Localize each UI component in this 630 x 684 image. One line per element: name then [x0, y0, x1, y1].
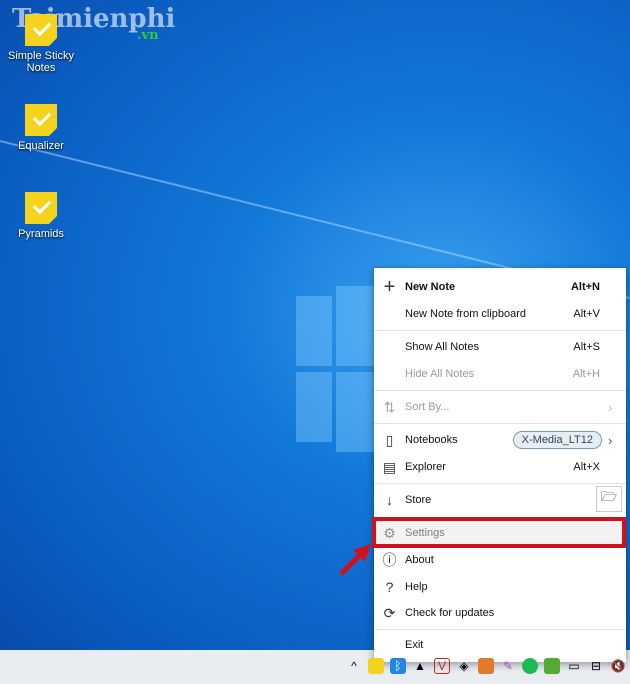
menu-item-new-note[interactable]: + New Note Alt+N — [374, 274, 626, 300]
bluetooth-icon[interactable]: ᛒ — [390, 658, 406, 674]
label: Show All Notes — [405, 341, 479, 353]
system-tray: ^ ᛒ ▲ V ◈ ✎ ▭ ⊟ 🔇 — [346, 658, 626, 674]
open-folder-button[interactable]: 🗁 — [596, 486, 622, 512]
pen-icon[interactable]: ✎ — [500, 658, 516, 674]
shortcut: Alt+V — [573, 308, 600, 320]
desktop-icon-pyramids[interactable]: Pyramids — [0, 192, 86, 240]
separator — [374, 423, 626, 424]
folder-icon: 🗁 — [600, 489, 618, 504]
info-icon: ⓘ — [382, 552, 397, 568]
label: Help — [405, 581, 428, 593]
sticky-notes-tray-icon[interactable] — [368, 658, 384, 674]
label: New Note from clipboard — [405, 308, 527, 320]
sticky-note-icon — [25, 192, 57, 224]
chevron-up-icon[interactable]: ^ — [346, 658, 362, 674]
separator — [374, 390, 626, 391]
vivaldi-icon[interactable]: V — [434, 658, 450, 674]
sticky-note-icon — [25, 14, 57, 46]
label: Explorer — [405, 461, 446, 473]
label: Hide All Notes — [405, 368, 475, 380]
red-arrow-annotation — [339, 544, 371, 576]
desktop-icon-equalizer[interactable]: Equalizer — [0, 104, 86, 152]
shortcut: Alt+N — [570, 281, 600, 293]
chevron-right-icon: › — [608, 432, 613, 448]
network-icon[interactable]: ▭ — [566, 658, 582, 674]
question-icon: ? — [385, 579, 394, 595]
icon-label: Pyramids — [18, 228, 64, 240]
label: Exit — [405, 639, 424, 651]
menu-item-show-all[interactable]: Show All Notes Alt+S — [374, 334, 626, 360]
separator — [374, 330, 626, 331]
app-icon[interactable] — [478, 658, 494, 674]
shortcut: Alt+X — [573, 461, 600, 473]
menu-item-check-updates[interactable]: ⟳ Check for updates — [374, 600, 626, 626]
sticky-note-icon — [25, 104, 57, 136]
label: New Note — [405, 281, 456, 293]
context-menu: + New Note Alt+N New Note from clipboard Al… — [374, 268, 626, 662]
label: Notebooks — [405, 434, 458, 446]
notebook-icon: ▯ — [385, 431, 394, 448]
label: Store — [405, 494, 432, 506]
settings-highlight-box — [372, 517, 626, 548]
menu-item-sort-by: ⇅ Sort By... › — [374, 394, 626, 420]
explorer-icon: ▤ — [382, 458, 397, 475]
shield-icon[interactable]: ◈ — [456, 658, 472, 674]
label: Check for updates — [405, 607, 495, 619]
plus-icon: + — [383, 275, 396, 298]
menu-item-help[interactable]: ? Help — [374, 574, 626, 600]
spotify-icon[interactable] — [522, 658, 538, 674]
sort-icon: ⇅ — [383, 398, 396, 415]
menu-item-new-from-clipboard[interactable]: New Note from clipboard Alt+V — [374, 301, 626, 327]
chevron-right-icon: › — [608, 399, 613, 415]
shortcut: Alt+H — [572, 368, 600, 380]
ethernet-icon[interactable]: ⊟ — [588, 658, 604, 674]
check-icon[interactable] — [544, 658, 560, 674]
notebook-badge: X-Media_LT12 — [512, 431, 602, 449]
menu-item-about[interactable]: ⓘ About — [374, 547, 626, 573]
icon-label: Simple Sticky Notes — [7, 50, 75, 74]
icon-label: Equalizer — [18, 140, 64, 152]
separator — [374, 483, 626, 484]
menu-item-exit[interactable]: Exit — [374, 632, 626, 658]
menu-item-explorer[interactable]: ▤ Explorer Alt+X — [374, 454, 626, 480]
menu-item-store[interactable]: ↓ Store — [374, 487, 626, 513]
refresh-icon: ⟳ — [383, 604, 396, 621]
separator — [374, 629, 626, 630]
desktop-icon-simple-sticky-notes[interactable]: Simple Sticky Notes — [0, 14, 86, 74]
shortcut: Alt+S — [573, 341, 600, 353]
label: Sort By... — [405, 401, 450, 413]
download-icon: ↓ — [386, 492, 393, 508]
menu-item-hide-all: Hide All Notes Alt+H — [374, 361, 626, 387]
windows-logo — [296, 286, 376, 452]
google-drive-icon[interactable]: ▲ — [412, 658, 428, 674]
menu-item-notebooks[interactable]: ▯ Notebooks X-Media_LT12 › — [374, 427, 626, 453]
speaker-muted-icon[interactable]: 🔇 — [610, 658, 626, 674]
label: About — [405, 554, 434, 566]
